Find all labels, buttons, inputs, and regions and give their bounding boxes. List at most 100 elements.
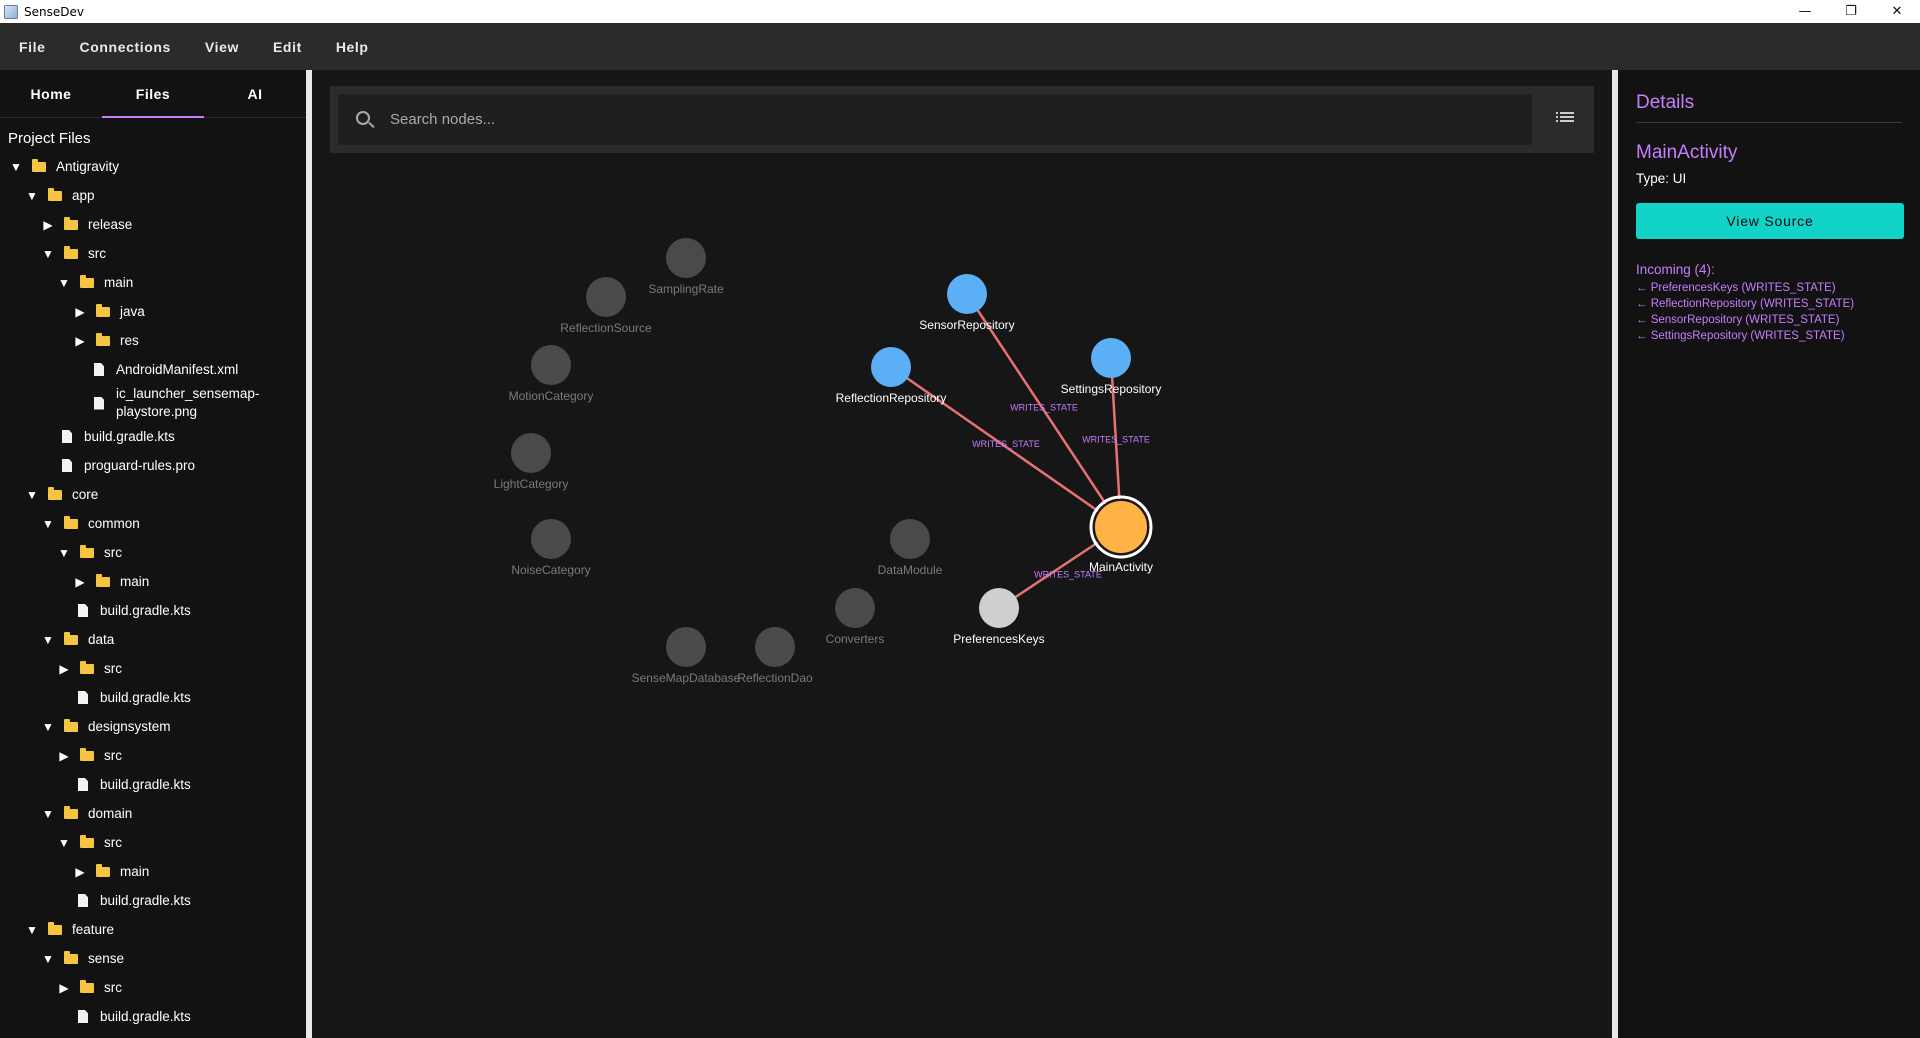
tree-folder[interactable]: ▶ main [0, 857, 149, 886]
tree-file[interactable]: build.gradle.kts [0, 596, 191, 625]
collapsed-arrow-icon[interactable]: ▶ [72, 574, 88, 590]
tree-item-label: designsystem [88, 719, 171, 734]
tree-folder[interactable]: ▶ src [0, 654, 122, 683]
graph-node[interactable] [1091, 338, 1131, 378]
restore-button[interactable]: ❐ [1828, 0, 1874, 23]
tree-folder[interactable]: ▼ src [0, 538, 122, 567]
file-icon [62, 459, 72, 472]
graph-node[interactable] [531, 345, 571, 385]
graph-node[interactable] [979, 588, 1019, 628]
tab-files[interactable]: Files [102, 70, 204, 117]
tree-file[interactable]: build.gradle.kts [0, 886, 191, 915]
tree-folder[interactable]: ▼ feature [0, 915, 114, 944]
expanded-arrow-icon[interactable]: ▼ [40, 632, 56, 648]
tab-home[interactable]: Home [0, 70, 102, 117]
list-icon[interactable] [1556, 112, 1574, 126]
tree-file[interactable]: AndroidManifest.xml [0, 355, 238, 384]
collapsed-arrow-icon[interactable]: ▶ [56, 661, 72, 677]
incoming-item[interactable]: ← PreferencesKeys (WRITES_STATE) [1636, 280, 1854, 296]
menu-connections[interactable]: Connections [80, 39, 171, 55]
graph-node[interactable] [755, 627, 795, 667]
dependency-graph[interactable]: WRITES_STATEWRITES_STATE WRITES_STATEWRIT… [312, 70, 1612, 1038]
tree-item-label: build.gradle.kts [100, 1009, 191, 1024]
collapsed-arrow-icon[interactable]: ▶ [72, 333, 88, 349]
tree-folder[interactable]: ▼ core [0, 480, 98, 509]
tree-folder[interactable]: ▶ res [0, 326, 139, 355]
collapsed-arrow-icon[interactable]: ▶ [40, 217, 56, 233]
expanded-arrow-icon[interactable]: ▼ [56, 545, 72, 561]
folder-icon [48, 921, 62, 935]
graph-panel: WRITES_STATE WRITES_STATE WRITES_STATE WRIT… [312, 70, 1612, 1038]
expanded-arrow-icon[interactable]: ▼ [24, 487, 40, 503]
folder-icon [80, 660, 94, 674]
expanded-arrow-icon[interactable]: ▼ [40, 516, 56, 532]
tree-folder[interactable]: ▶ java [0, 297, 145, 326]
tree-folder[interactable]: ▼ app [0, 181, 95, 210]
file-icon [78, 1010, 88, 1023]
expanded-arrow-icon[interactable]: ▼ [40, 951, 56, 967]
tree-file[interactable]: build.gradle.kts [0, 770, 191, 799]
expanded-arrow-icon[interactable]: ▼ [40, 246, 56, 262]
tree-item-label: src [104, 835, 122, 850]
tree-folder[interactable]: ▶ main [0, 567, 149, 596]
graph-node[interactable] [666, 627, 706, 667]
tree-item-label: build.gradle.kts [100, 690, 191, 705]
folder-icon [80, 274, 94, 288]
title-bar: SenseDev — ❐ ✕ [0, 0, 1920, 23]
collapsed-arrow-icon[interactable]: ▶ [72, 304, 88, 320]
close-button[interactable]: ✕ [1874, 0, 1920, 23]
view-source-button[interactable]: View Source [1636, 203, 1904, 239]
tree-folder[interactable]: ▼ domain [0, 799, 132, 828]
graph-node[interactable] [890, 519, 930, 559]
collapsed-arrow-icon[interactable]: ▶ [72, 864, 88, 880]
incoming-item[interactable]: ← SettingsRepository (WRITES_STATE) [1636, 328, 1854, 344]
tree-folder[interactable]: ▶ release [0, 210, 132, 239]
incoming-item[interactable]: ← SensorRepository (WRITES_STATE) [1636, 312, 1854, 328]
expanded-arrow-icon[interactable]: ▼ [24, 922, 40, 938]
tree-folder[interactable]: ▶ src [0, 741, 122, 770]
graph-node[interactable] [871, 347, 911, 387]
menu-view[interactable]: View [205, 39, 239, 55]
tree-folder[interactable]: ▼ data [0, 625, 114, 654]
menu-edit[interactable]: Edit [273, 39, 302, 55]
folder-icon [64, 245, 78, 259]
graph-node[interactable] [1093, 499, 1149, 555]
menu-help[interactable]: Help [336, 39, 369, 55]
tree-folder[interactable]: ▼ designsystem [0, 712, 171, 741]
expanded-arrow-icon[interactable]: ▼ [40, 719, 56, 735]
incoming-item[interactable]: ← ReflectionRepository (WRITES_STATE) [1636, 296, 1854, 312]
graph-node[interactable] [511, 433, 551, 473]
search-input[interactable] [390, 94, 1490, 145]
expanded-arrow-icon[interactable]: ▼ [56, 275, 72, 291]
expanded-arrow-icon[interactable]: ▼ [8, 159, 24, 175]
tree-item-label: src [104, 545, 122, 560]
tree-file[interactable]: build.gradle.kts [0, 1002, 191, 1031]
graph-node[interactable] [531, 519, 571, 559]
tree-file[interactable]: proguard-rules.pro [0, 451, 195, 480]
tree-file[interactable]: build.gradle.kts [0, 422, 175, 451]
tree-folder[interactable]: ▼ main [0, 268, 133, 297]
tree-file[interactable]: ic_launcher_sensemap-playstore.png [0, 384, 276, 422]
tree-folder[interactable]: ▼ Antigravity [0, 152, 119, 181]
tab-ai[interactable]: AI [204, 70, 306, 117]
tree-folder[interactable]: ▼ src [0, 239, 106, 268]
collapsed-arrow-icon[interactable]: ▶ [56, 748, 72, 764]
expanded-arrow-icon[interactable]: ▼ [40, 806, 56, 822]
graph-node[interactable] [666, 238, 706, 278]
collapsed-arrow-icon[interactable]: ▶ [56, 980, 72, 996]
tree-folder[interactable]: ▼ sense [0, 944, 124, 973]
tree-folder[interactable]: ▼ common [0, 509, 140, 538]
edge-label: WRITES_STATE [972, 439, 1040, 449]
tree-folder[interactable]: ▶ src [0, 973, 122, 1002]
expanded-arrow-icon[interactable]: ▼ [24, 188, 40, 204]
tree-item-label: main [104, 275, 134, 290]
tree-file[interactable]: build.gradle.kts [0, 683, 191, 712]
menu-file[interactable]: File [19, 39, 46, 55]
graph-node[interactable] [835, 588, 875, 628]
graph-node[interactable] [947, 274, 987, 314]
graph-node[interactable] [586, 277, 626, 317]
expanded-arrow-icon[interactable]: ▼ [56, 835, 72, 851]
minimize-button[interactable]: — [1782, 0, 1828, 23]
tree-folder[interactable]: ▼ src [0, 828, 122, 857]
node-label: SettingsRepository [1061, 382, 1162, 396]
